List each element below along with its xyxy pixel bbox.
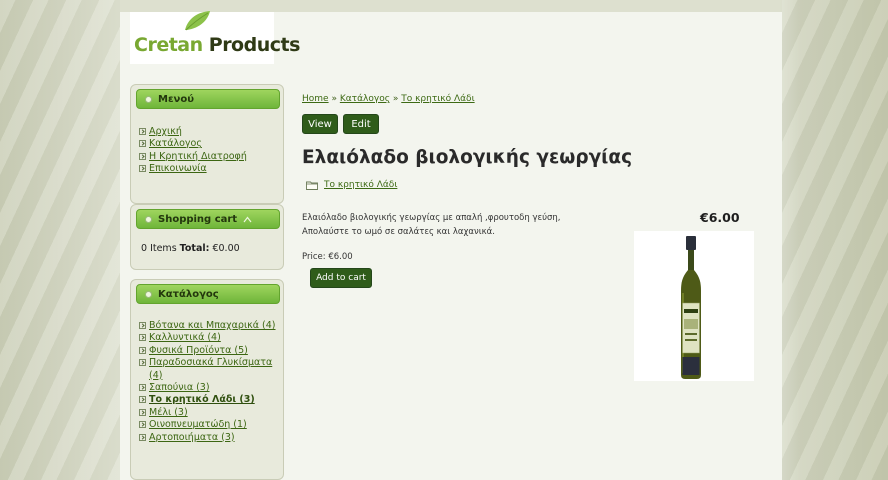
logo-text-cretan: Cretan xyxy=(134,34,203,56)
cart-item-count: 0 Items xyxy=(141,243,177,254)
catalog-item: Μέλι (3) xyxy=(139,407,276,419)
catalog-item: Οινοπνευματώδη (1) xyxy=(139,419,276,431)
cart-block-title: Shopping cart xyxy=(158,213,238,225)
catalog-item: Παραδοσιακά Γλυκίσματα xyxy=(139,357,276,369)
arrow-box-icon xyxy=(139,421,146,429)
breadcrumb-catalog[interactable]: Κατάλογος xyxy=(340,94,390,104)
folder-icon xyxy=(306,181,318,190)
product-image[interactable] xyxy=(634,231,754,381)
tab-view[interactable]: View xyxy=(302,114,338,134)
catalog-block-title: Κατάλογος xyxy=(158,288,219,300)
catalog-item: Σαπούνια (3) xyxy=(139,382,276,394)
bullet-icon xyxy=(145,215,152,223)
arrow-box-icon xyxy=(139,334,146,342)
product-description: Ελαιόλαδο βιολογικής γεωργίας με απαλή ,… xyxy=(302,211,560,239)
taxonomy-term: Το κρητικό Λάδι xyxy=(306,180,397,190)
logo-text: Cretan Products xyxy=(134,34,300,56)
breadcrumb: Home » Κατάλογος » Το κρητικό Λάδι xyxy=(302,94,475,104)
arrow-box-icon xyxy=(139,408,146,416)
menu-item: Κατάλογος xyxy=(139,138,247,150)
catalog-link-olive-oil[interactable]: Το κρητικό Λάδι (3) xyxy=(149,394,255,406)
catalog-link-soaps[interactable]: Σαπούνια (3) xyxy=(149,382,210,394)
term-link[interactable]: Το κρητικό Λάδι xyxy=(324,180,397,190)
menu-item: Επικοινωνία xyxy=(139,163,247,175)
menu-item: Η Κρητική Διατροφή xyxy=(139,151,247,163)
shopping-cart-block: Shopping cart 0 Items Total: €0.00 xyxy=(130,204,284,270)
arrow-box-icon xyxy=(139,384,146,392)
page-container: Cretan Products Μενού Αρχική Κατάλογος Η… xyxy=(120,11,782,480)
leaf-icon xyxy=(185,11,210,31)
product-price-display: €6.00 xyxy=(700,210,740,225)
catalog-link-sweets[interactable]: Παραδοσιακά Γλυκίσματα xyxy=(149,357,272,369)
description-line: Απολαύστε το ωμό σε σαλάτες και λαχανικά… xyxy=(302,227,495,237)
catalog-link-cosmetics[interactable]: Καλλυντικά (4) xyxy=(149,332,221,344)
catalog-link-natural-products[interactable]: Φυσικά Προϊόντα (5) xyxy=(149,345,248,357)
bullet-icon xyxy=(145,290,152,298)
add-to-cart-button[interactable]: Add to cart xyxy=(310,268,372,288)
menu-block: Μενού Αρχική Κατάλογος Η Κρητική Διατροφ… xyxy=(130,84,284,204)
price-value: €6.00 xyxy=(328,252,353,262)
menu-block-header: Μενού xyxy=(136,89,280,109)
menu-link-cretan-diet[interactable]: Η Κρητική Διατροφή xyxy=(149,151,247,163)
bullet-icon xyxy=(145,95,152,103)
catalog-link-herbs[interactable]: Βότανα και Μπαχαρικά (4) xyxy=(149,320,276,332)
price-label: Price: xyxy=(302,252,326,262)
catalog-block-header: Κατάλογος xyxy=(136,284,280,304)
description-line: Ελαιόλαδο βιολογικής γεωργίας με απαλή ,… xyxy=(302,213,561,223)
breadcrumb-separator: » xyxy=(392,94,399,104)
arrow-box-icon xyxy=(139,359,146,367)
catalog-item: Καλλυντικά (4) xyxy=(139,332,276,344)
cart-block-header[interactable]: Shopping cart xyxy=(136,209,280,229)
node-tabs: View Edit xyxy=(302,114,379,134)
arrow-box-icon xyxy=(139,346,146,354)
background-stripes-left xyxy=(0,0,120,480)
menu-link-contact[interactable]: Επικοινωνία xyxy=(149,163,207,175)
catalog-item: Αρτοποιήματα (3) xyxy=(139,432,276,444)
menu-link-catalog[interactable]: Κατάλογος xyxy=(149,138,202,150)
breadcrumb-separator: » xyxy=(331,94,337,104)
site-logo[interactable]: Cretan Products xyxy=(130,11,300,64)
catalog-list: Βότανα και Μπαχαρικά (4) Καλλυντικά (4) … xyxy=(139,320,276,444)
cart-total-label: Total: xyxy=(179,243,210,254)
catalog-link-spirits[interactable]: Οινοπνευματώδη (1) xyxy=(149,419,247,431)
arrow-box-icon xyxy=(139,433,146,441)
menu-item: Αρχική xyxy=(139,126,247,138)
cart-total-value: €0.00 xyxy=(212,243,240,254)
catalog-item: Φυσικά Προϊόντα (5) xyxy=(139,345,276,357)
arrow-box-icon xyxy=(139,128,146,135)
arrow-box-icon xyxy=(139,322,146,329)
arrow-box-icon xyxy=(139,165,146,173)
arrow-box-icon xyxy=(139,152,146,160)
menu-block-title: Μενού xyxy=(158,93,194,105)
breadcrumb-home[interactable]: Home xyxy=(302,94,329,104)
arrow-box-icon xyxy=(139,140,146,148)
background-stripes-right xyxy=(782,0,888,480)
arrow-box-icon xyxy=(139,396,146,404)
catalog-block: Κατάλογος Βότανα και Μπαχαρικά (4) Καλλυ… xyxy=(130,279,284,480)
caret-up-icon[interactable] xyxy=(243,216,252,223)
breadcrumb-current[interactable]: Το κρητικό Λάδι xyxy=(401,94,474,104)
menu-link-home[interactable]: Αρχική xyxy=(149,126,182,138)
catalog-item: Το κρητικό Λάδι (3) xyxy=(139,394,276,406)
logo-text-products: Products xyxy=(208,34,301,56)
menu-list: Αρχική Κατάλογος Η Κρητική Διατροφή Επικ… xyxy=(139,126,247,176)
cart-summary: 0 Items Total: €0.00 xyxy=(141,243,240,254)
price-line: Price: €6.00 xyxy=(302,252,353,262)
catalog-item-continued: (4) xyxy=(139,370,276,382)
catalog-link-honey[interactable]: Μέλι (3) xyxy=(149,407,188,419)
catalog-link-bakery[interactable]: Αρτοποιήματα (3) xyxy=(149,432,235,444)
tab-edit[interactable]: Edit xyxy=(343,114,379,134)
page-title: Ελαιόλαδο βιολογικής γεωργίας xyxy=(302,147,633,168)
olive-oil-bottle-image xyxy=(681,236,701,379)
catalog-link-sweets-count[interactable]: (4) xyxy=(149,370,162,382)
catalog-item: Βότανα και Μπαχαρικά (4) xyxy=(139,320,276,332)
